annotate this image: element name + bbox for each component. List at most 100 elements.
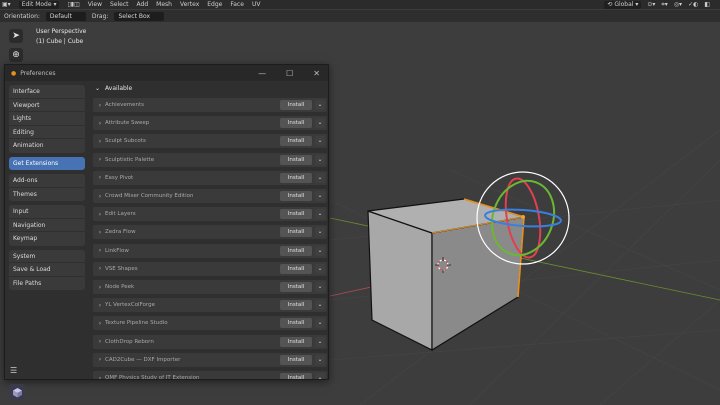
extension-row[interactable]: › VSE Shapes Install ⌄ [93,261,327,276]
drag-dropdown[interactable]: Select Box [114,11,165,21]
maximize-icon[interactable]: ☐ [286,69,293,78]
extension-row[interactable]: › CAD2Cube — DXF Importer Install ⌄ [93,352,327,367]
nav-item-file-paths[interactable]: File Paths [9,277,85,291]
chevron-down-icon[interactable]: ⌄ [315,373,325,379]
install-button[interactable]: Install [280,354,312,365]
extension-row[interactable]: › Sculpt Subcots Install ⌄ [93,134,327,149]
chevron-right-icon[interactable]: › [95,375,105,380]
chevron-right-icon[interactable]: › [95,247,105,254]
menu-select[interactable]: Select [110,1,129,8]
nav-item-system[interactable]: System [9,250,85,263]
nav-item-add-ons[interactable]: Add-ons [9,174,85,188]
install-button[interactable]: Install [280,154,312,165]
mode-selector[interactable]: Edit Mode ▾ [18,0,60,9]
install-button[interactable]: Install [280,373,312,379]
cursor-tool-button[interactable]: ⊕ [9,48,23,62]
menu-uv[interactable]: UV [252,1,261,8]
chevron-right-icon[interactable]: › [95,174,105,181]
transform-orientation[interactable]: ⟲ Global ▾ [604,0,642,9]
chevron-down-icon[interactable]: ⌄ [315,318,325,329]
extension-row[interactable]: › Achievements Install ⌄ [93,98,327,112]
menu-vertex[interactable]: Vertex [180,1,199,8]
extension-row[interactable]: › Texture Pipeline Studio Install ⌄ [93,316,327,331]
chevron-down-icon[interactable]: ⌄ [315,354,325,365]
chevron-right-icon[interactable]: › [95,356,105,363]
extension-row[interactable]: › ClothDrop Reborn Install ⌄ [93,334,327,349]
install-button[interactable]: Install [280,191,312,201]
extension-row[interactable]: › LinkFlow Install ⌄ [93,243,327,258]
orientation-dropdown[interactable]: Default [45,11,86,21]
nav-item-viewport[interactable]: Viewport [9,99,85,112]
chevron-down-icon[interactable]: ⌄ [315,172,325,183]
chevron-right-icon[interactable]: › [95,193,105,200]
chevron-down-icon[interactable]: ⌄ [315,136,325,147]
chevron-down-icon[interactable]: ⌄ [315,336,325,347]
chevron-down-icon[interactable]: ⌄ [315,245,325,256]
chevron-down-icon[interactable]: ⌄ [315,118,325,129]
install-button[interactable]: Install [280,209,312,220]
hamburger-menu-icon[interactable]: ☰ [10,366,17,375]
install-button[interactable]: Install [280,100,312,110]
available-section-header[interactable]: ⌄ Available [89,81,327,95]
proportional-edit-icon[interactable]: ◎▾ [674,1,682,8]
install-button[interactable]: Install [280,336,312,347]
nav-item-interface[interactable]: Interface [9,85,85,99]
extension-row[interactable]: › Sculptistic Palette Install ⌄ [93,152,327,167]
minimize-icon[interactable]: — [258,69,266,78]
extension-row[interactable]: › Zedra Flow Install ⌄ [93,225,327,240]
extension-row[interactable]: › Edit Layers Install ⌄ [93,207,327,222]
chevron-right-icon[interactable]: › [95,102,105,109]
extension-row[interactable]: › Easy Pivot Install ⌄ [93,170,327,185]
chevron-down-icon[interactable]: ⌄ [315,209,325,220]
chevron-right-icon[interactable]: › [95,120,105,127]
chevron-right-icon[interactable]: › [95,302,105,309]
install-button[interactable]: Install [280,172,312,183]
install-button[interactable]: Install [280,282,312,292]
extension-row[interactable]: › QMF Physics Study of IT Extension Instal… [93,371,327,379]
chevron-right-icon[interactable]: › [95,229,105,236]
install-button[interactable]: Install [280,245,312,256]
nav-item-themes[interactable]: Themes [9,188,85,202]
menu-edge[interactable]: Edge [207,1,222,8]
overlay-icon[interactable]: ✓◐ [688,1,698,8]
install-button[interactable]: Install [280,300,312,311]
nav-item-keymap[interactable]: Keymap [9,232,85,246]
chevron-down-icon[interactable]: ⌄ [315,191,325,201]
extension-row[interactable]: › YL VertexColForge Install ⌄ [93,298,327,313]
nav-item-input[interactable]: Input [9,205,85,219]
nav-item-navigation[interactable]: Navigation [9,219,85,232]
menu-mesh[interactable]: Mesh [156,1,172,8]
install-button[interactable]: Install [280,118,312,129]
install-button[interactable]: Install [280,136,312,147]
chevron-down-icon[interactable]: ⌄ [315,300,325,311]
chevron-right-icon[interactable]: › [95,320,105,327]
chevron-down-icon[interactable]: ⌄ [315,263,325,274]
chevron-right-icon[interactable]: › [95,338,105,345]
chevron-down-icon[interactable]: ⌄ [315,100,325,110]
xray-icon[interactable]: ◧ [704,1,710,8]
nav-item-animation[interactable]: Animation [9,139,85,153]
snap-icon[interactable]: ⌗▾ [661,1,667,9]
nav-item-editing[interactable]: Editing [9,126,85,139]
menu-face[interactable]: Face [230,1,244,8]
chevron-right-icon[interactable]: › [95,211,105,218]
chevron-down-icon[interactable]: ⌄ [315,154,325,165]
extension-row[interactable]: › Crowd Mixer Community Edition Install ⌄ [93,189,327,203]
chevron-right-icon[interactable]: › [95,156,105,163]
editor-type-icon[interactable]: ▣▾ [2,1,11,8]
chevron-right-icon[interactable]: › [95,138,105,145]
install-button[interactable]: Install [280,263,312,274]
chevron-right-icon[interactable]: › [95,284,105,291]
extension-row[interactable]: › Attribute Sweep Install ⌄ [93,116,327,131]
close-icon[interactable]: ✕ [313,69,320,78]
pivot-icon[interactable]: ⊙▾ [647,1,655,8]
select-tool-button[interactable]: ➤ [9,29,23,43]
chevron-right-icon[interactable]: › [95,265,105,272]
install-button[interactable]: Install [280,318,312,329]
cube-icon[interactable] [9,384,25,400]
chevron-down-icon[interactable]: ⌄ [315,227,325,238]
nav-item-save-load[interactable]: Save & Load [9,263,85,277]
preferences-titlebar[interactable]: ● Preferences — ☐ ✕ [5,65,328,81]
chevron-down-icon[interactable]: ⌄ [315,282,325,292]
select-mode-icons[interactable]: ▯▮◫ [67,1,79,8]
